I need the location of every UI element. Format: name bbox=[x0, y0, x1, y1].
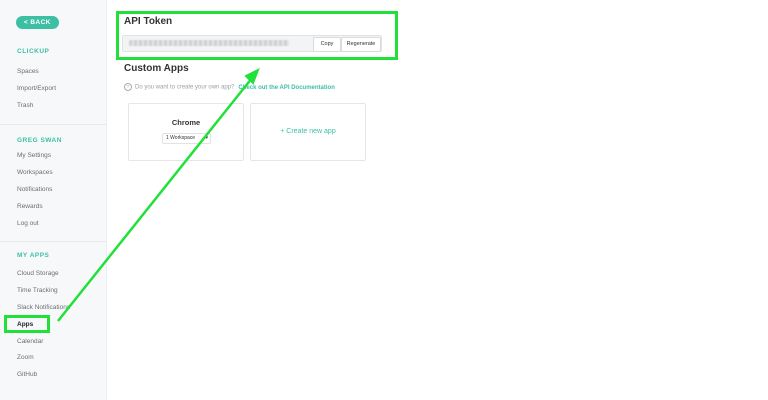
arrow-line bbox=[57, 77, 253, 322]
arrow-head bbox=[244, 67, 260, 85]
annotation-arrow bbox=[57, 67, 260, 322]
